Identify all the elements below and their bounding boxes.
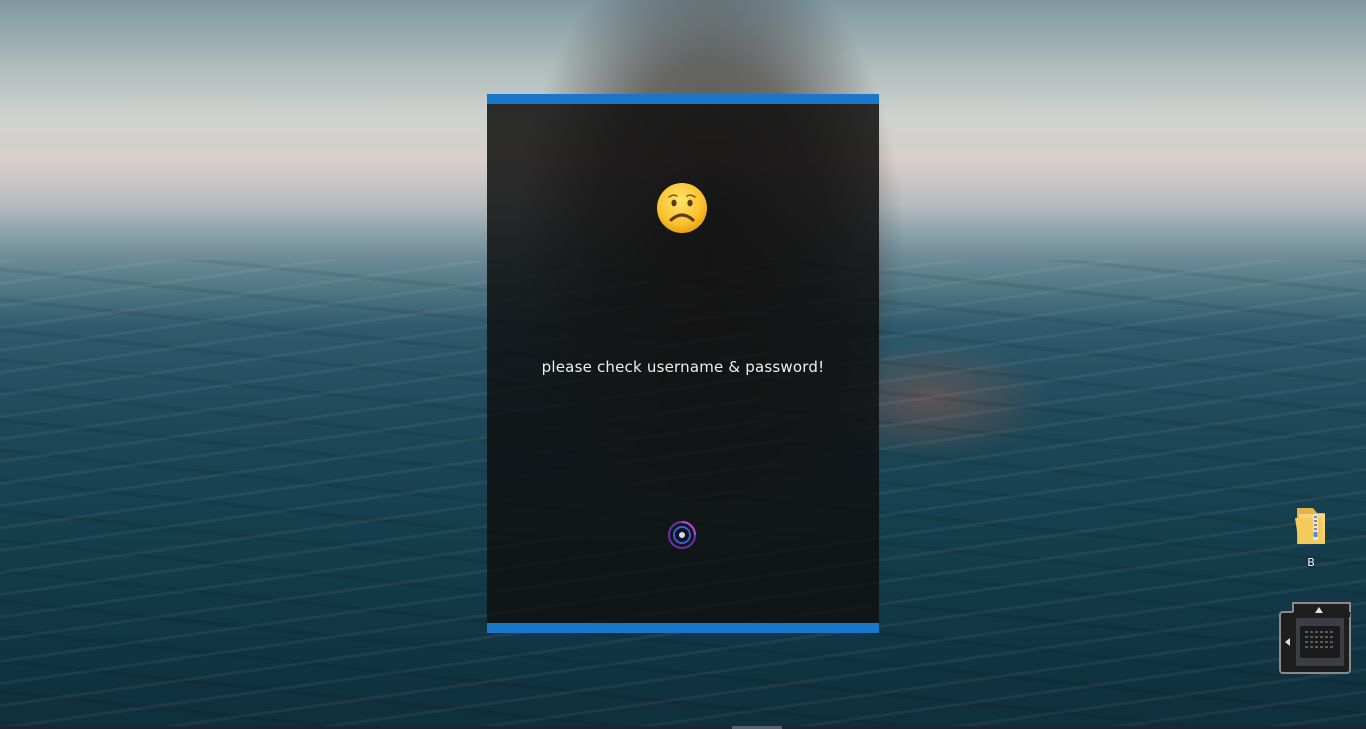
panel-bottom-accent-bar [487, 623, 879, 633]
keyboard-grid-icon[interactable] [1279, 602, 1351, 674]
desktop-icon-label: B [1307, 556, 1315, 569]
zip-folder-icon [1295, 508, 1325, 544]
desktop-icon-b[interactable]: B [1287, 504, 1335, 569]
panel-top-accent-bar [487, 94, 879, 104]
login-status-panel: please check username & password! [487, 94, 879, 633]
sad-face-icon [657, 183, 707, 233]
spinner-icon [668, 521, 696, 549]
login-error-message: please check username & password! [541, 358, 825, 376]
